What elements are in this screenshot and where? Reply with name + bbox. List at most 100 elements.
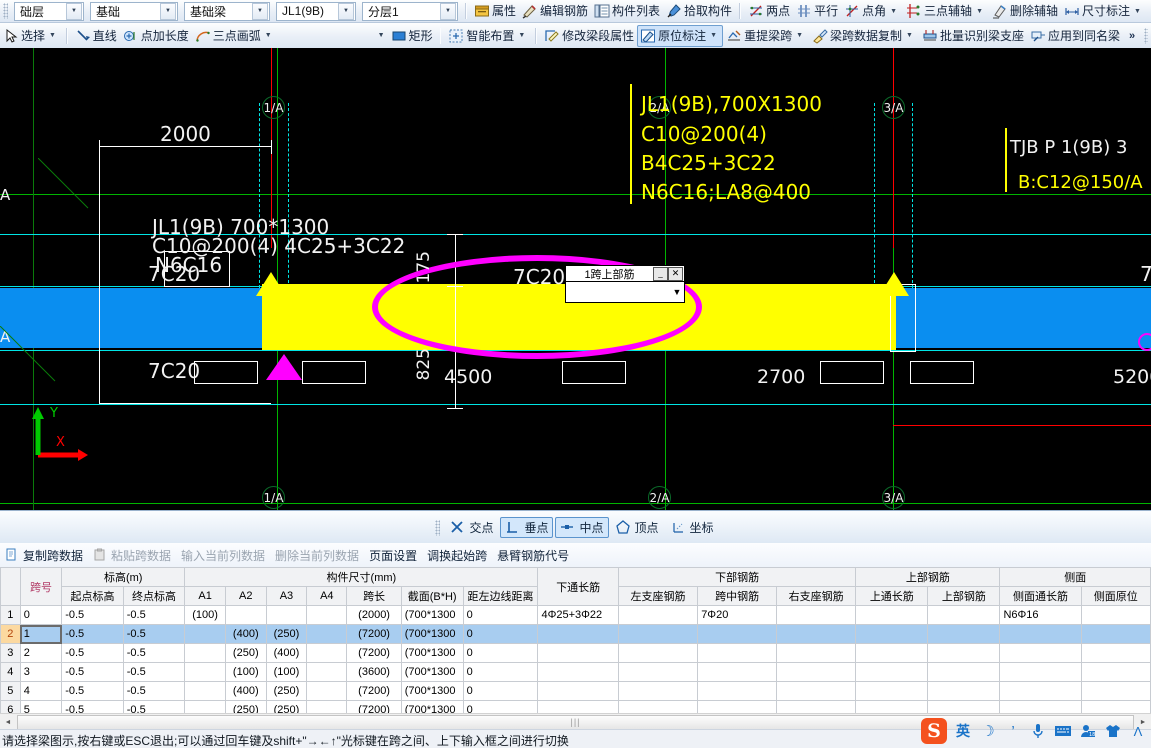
table-row[interactable]: 21-0.5-0.5(400)(250)(7200)(700*13000 bbox=[1, 625, 1151, 644]
selected-support-triangle[interactable] bbox=[266, 354, 302, 380]
rect-button[interactable]: 矩形 bbox=[388, 26, 436, 46]
cell-side_insitu[interactable] bbox=[1081, 606, 1150, 625]
line-button[interactable]: 直线 bbox=[72, 26, 120, 46]
cell-side_through[interactable]: N6Φ16 bbox=[1000, 606, 1081, 625]
cell-side_insitu[interactable] bbox=[1081, 682, 1150, 701]
annotation-box-5[interactable] bbox=[910, 361, 974, 384]
structure-selector[interactable]: 基础 ▼ bbox=[90, 2, 178, 21]
span-top-rebar-popup[interactable]: 1跨上部筋 _ ✕ ▼ bbox=[565, 265, 685, 303]
cell-side_through[interactable] bbox=[1000, 625, 1081, 644]
cell-mid_span[interactable] bbox=[698, 682, 777, 701]
properties-button[interactable]: 属性 bbox=[471, 1, 519, 21]
chevron-down-icon[interactable]: ▼ bbox=[518, 32, 525, 39]
grid-bubble-3a-bottom[interactable]: 3/A bbox=[882, 486, 905, 509]
cell-end_elev[interactable]: -0.5 bbox=[123, 625, 185, 644]
cell-a3[interactable]: (100) bbox=[266, 663, 307, 682]
cell-a4[interactable] bbox=[307, 606, 347, 625]
cell-a1[interactable] bbox=[185, 625, 226, 644]
cell-span_len[interactable]: (2000) bbox=[347, 606, 401, 625]
snap-vertex[interactable]: 顶点 bbox=[611, 517, 664, 538]
pick-component-button[interactable]: 拾取构件 bbox=[663, 1, 735, 21]
batch-identify-beam-support-button[interactable]: 批量识别梁支座 bbox=[919, 26, 1027, 46]
cell-a3[interactable]: (250) bbox=[266, 625, 307, 644]
chevron-down-icon[interactable]: ▼ bbox=[710, 32, 717, 39]
ime-keyboard-icon[interactable] bbox=[1054, 721, 1072, 741]
annotation-box-4[interactable] bbox=[820, 361, 884, 384]
cantilever-rebar-code-button[interactable]: 悬臂钢筋代号 bbox=[497, 547, 569, 564]
table-row[interactable]: 43-0.5-0.5(100)(100)(3600)(700*13000 bbox=[1, 663, 1151, 682]
three-point-arc-button[interactable]: 三点画弧 ▼ bbox=[192, 26, 278, 46]
smart-layout-button[interactable]: 智能布置 ▼ bbox=[445, 26, 531, 46]
cell-right_support[interactable] bbox=[777, 625, 856, 644]
cell-dist_left[interactable]: 0 bbox=[463, 682, 538, 701]
cell-a3[interactable]: (400) bbox=[266, 644, 307, 663]
chevron-down-icon[interactable]: ▼ bbox=[906, 32, 913, 39]
ime-skin-icon[interactable] bbox=[1104, 721, 1122, 741]
cell-left_support[interactable] bbox=[618, 625, 697, 644]
cell-right_support[interactable] bbox=[777, 663, 856, 682]
cell-span_len[interactable]: (3600) bbox=[347, 663, 401, 682]
cell-a1[interactable] bbox=[185, 663, 226, 682]
cell-a4[interactable] bbox=[307, 682, 347, 701]
cell-upper_through[interactable] bbox=[856, 682, 928, 701]
cell-side_through[interactable] bbox=[1000, 682, 1081, 701]
cell-end_elev[interactable]: -0.5 bbox=[123, 606, 185, 625]
row-header[interactable]: 3 bbox=[1, 644, 21, 663]
ime-user-icon[interactable]: 18 bbox=[1079, 721, 1097, 741]
component-type-selector[interactable]: 基础梁 ▼ bbox=[184, 2, 270, 21]
apply-to-same-name-beam-button[interactable]: 应用到同名梁 bbox=[1027, 26, 1123, 46]
cell-right_support[interactable] bbox=[777, 606, 856, 625]
cell-upper_through[interactable] bbox=[856, 644, 928, 663]
cell-left_support[interactable] bbox=[618, 682, 697, 701]
cell-start_elev[interactable]: -0.5 bbox=[62, 663, 124, 682]
row-header[interactable]: 2 bbox=[1, 625, 21, 644]
cell-kua[interactable]: 0 bbox=[20, 606, 61, 625]
page-setup-button[interactable]: 页面设置 bbox=[369, 547, 417, 564]
cell-section[interactable]: (700*1300 bbox=[401, 606, 463, 625]
annotation-box-2[interactable] bbox=[302, 361, 366, 384]
ime-mode-chinese[interactable]: 英 bbox=[954, 721, 972, 741]
cell-upper_rebar[interactable] bbox=[928, 606, 1000, 625]
in-situ-annotation-button[interactable]: 原位标注 ▼ bbox=[637, 25, 723, 47]
edit-rebar-button[interactable]: 编辑钢筋 bbox=[519, 1, 591, 21]
span-data-table[interactable]: 跨号 标高(m) 构件尺寸(mm) 下通长筋 下部钢筋 上部钢筋 侧面 起点标高… bbox=[0, 567, 1151, 719]
cell-kua[interactable]: 1 bbox=[20, 625, 61, 644]
cell-right_support[interactable] bbox=[777, 682, 856, 701]
annotation-box-left-lower[interactable] bbox=[194, 361, 258, 384]
two-point-button[interactable]: 两点 bbox=[745, 1, 793, 21]
ime-logo[interactable]: S bbox=[921, 718, 947, 744]
toolbar-overflow-button[interactable]: » bbox=[1123, 30, 1141, 42]
cell-section[interactable]: (700*1300 bbox=[401, 625, 463, 644]
cell-a4[interactable] bbox=[307, 663, 347, 682]
cell-upper_through[interactable] bbox=[856, 625, 928, 644]
cell-a3[interactable] bbox=[266, 606, 307, 625]
cell-end_elev[interactable]: -0.5 bbox=[123, 663, 185, 682]
grid-bubble-2a-bottom[interactable]: 2/A bbox=[648, 486, 671, 509]
grid-bubble-1a-top[interactable]: 1/A bbox=[262, 96, 285, 119]
cell-dist_left[interactable]: 0 bbox=[463, 625, 538, 644]
cell-kua[interactable]: 4 bbox=[20, 682, 61, 701]
input-current-column-data-button[interactable]: 输入当前列数据 bbox=[181, 547, 265, 564]
cell-a1[interactable] bbox=[185, 682, 226, 701]
cell-a2[interactable]: (400) bbox=[225, 682, 266, 701]
ime-toolbar[interactable]: S 英 ☽ ’ 18 Λ bbox=[921, 715, 1151, 747]
annotation-box-3[interactable] bbox=[562, 361, 626, 384]
three-point-aux-axis-button[interactable]: 三点辅轴 ▼ bbox=[903, 1, 989, 21]
cell-kua[interactable]: 2 bbox=[20, 644, 61, 663]
cell-side_insitu[interactable] bbox=[1081, 644, 1150, 663]
snap-perpendicular[interactable]: 垂点 bbox=[500, 517, 553, 538]
ime-dot-icon[interactable]: ’ bbox=[1004, 721, 1022, 741]
cell-kua[interactable]: 3 bbox=[20, 663, 61, 682]
component-selector[interactable]: JL1(9B) ▼ bbox=[276, 2, 356, 21]
cell-a1[interactable] bbox=[185, 644, 226, 663]
floor-selector[interactable]: 础层 ▼ bbox=[14, 2, 84, 21]
chevron-down-icon[interactable]: ▼ bbox=[66, 3, 82, 20]
dimension-button[interactable]: 尺寸标注 ▼ bbox=[1061, 1, 1147, 21]
cell-end_elev[interactable]: -0.5 bbox=[123, 682, 185, 701]
chevron-down-icon[interactable]: ▼ bbox=[796, 32, 803, 39]
snap-coordinate[interactable]: 坐标 bbox=[666, 517, 719, 538]
cell-end_elev[interactable]: -0.5 bbox=[123, 644, 185, 663]
row-header[interactable]: 5 bbox=[1, 682, 21, 701]
copy-span-data-button[interactable]: 复制跨数据 bbox=[5, 547, 83, 564]
cell-left_support[interactable] bbox=[618, 663, 697, 682]
